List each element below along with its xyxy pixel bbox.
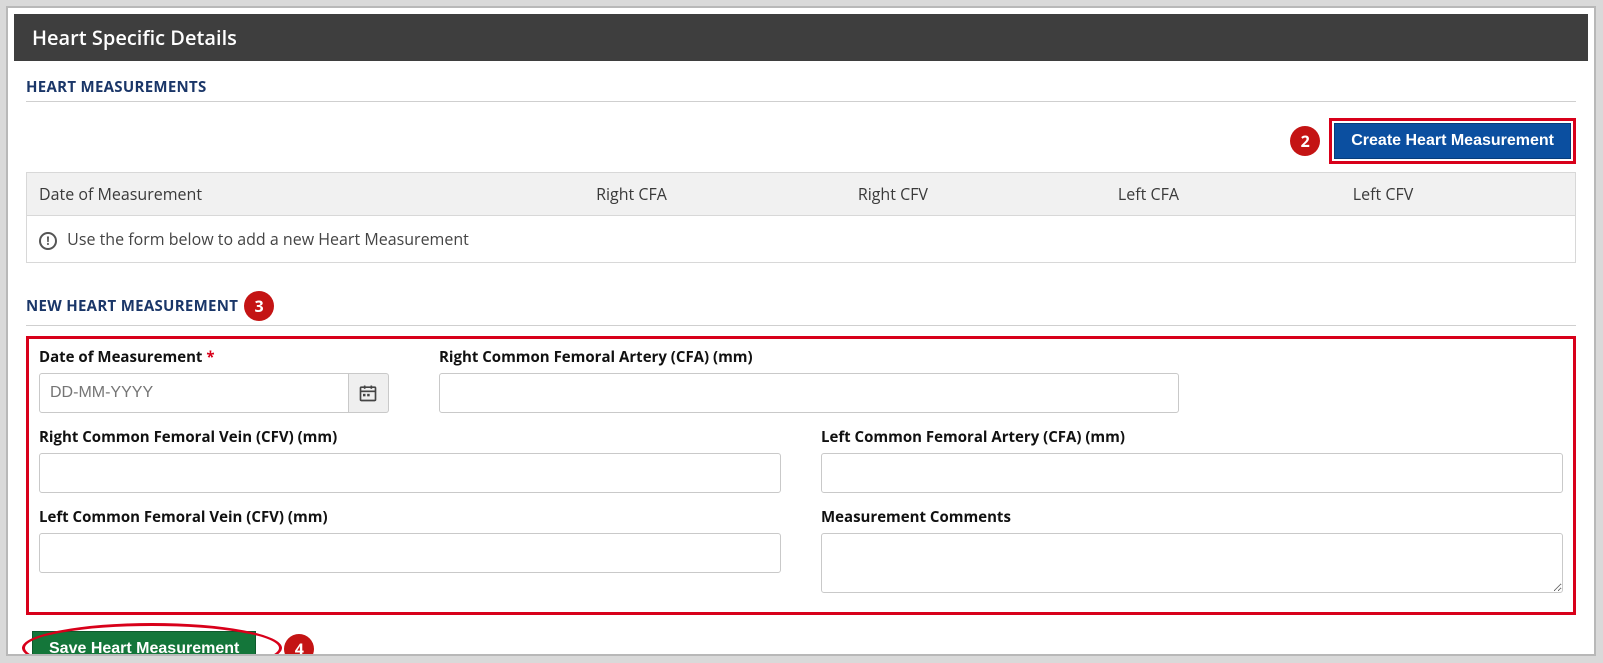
lcfa-input[interactable] xyxy=(821,453,1563,493)
heart-measurements-title: HEART MEASUREMENTS xyxy=(26,77,1576,97)
calendar-icon xyxy=(358,383,378,403)
calendar-button[interactable] xyxy=(349,373,389,413)
rcfa-input[interactable] xyxy=(439,373,1179,413)
rcfv-label: Right Common Femoral Vein (CFV) (mm) xyxy=(39,427,781,447)
col-rcfa: Right CFA xyxy=(584,173,846,216)
field-date: Date of Measurement * xyxy=(39,347,399,413)
annotation-step-4: 4 xyxy=(284,634,314,656)
table-header-row: Date of Measurement Right CFA Right CFV … xyxy=(27,173,1576,216)
panel-title: Heart Specific Details xyxy=(32,24,237,51)
comments-label: Measurement Comments xyxy=(821,507,1563,527)
col-lcfv: Left CFV xyxy=(1341,173,1576,216)
new-heart-measurement-title: NEW HEART MEASUREMENT 3 xyxy=(26,291,1576,321)
field-comments: Measurement Comments xyxy=(821,507,1563,598)
annotation-step-2: 2 xyxy=(1290,126,1320,156)
lcfv-label: Left Common Femoral Vein (CFV) (mm) xyxy=(39,507,781,527)
date-input[interactable] xyxy=(39,373,349,413)
date-label-text: Date of Measurement xyxy=(39,347,202,367)
new-heart-measurement-label: NEW HEART MEASUREMENT xyxy=(26,296,238,316)
field-rcfa: Right Common Femoral Artery (CFA) (mm) xyxy=(439,347,1179,413)
empty-hint-text: Use the form below to add a new Heart Me… xyxy=(67,228,469,250)
panel-header: Heart Specific Details xyxy=(14,14,1588,61)
col-date: Date of Measurement xyxy=(27,173,585,216)
field-lcfa: Left Common Femoral Artery (CFA) (mm) xyxy=(821,427,1563,493)
annotation-step-3: 3 xyxy=(244,291,274,321)
annotation-box-form: Date of Measurement * xyxy=(26,336,1576,615)
divider xyxy=(26,101,1576,102)
table-empty-row: ! Use the form below to add a new Heart … xyxy=(27,216,1576,263)
measurements-table: Date of Measurement Right CFA Right CFV … xyxy=(26,172,1576,263)
required-marker: * xyxy=(206,347,214,367)
info-icon: ! xyxy=(39,232,57,250)
rcfv-input[interactable] xyxy=(39,453,781,493)
page-container: Heart Specific Details HEART MEASUREMENT… xyxy=(6,6,1596,656)
field-lcfv: Left Common Femoral Vein (CFV) (mm) xyxy=(39,507,781,598)
lcfa-label: Left Common Femoral Artery (CFA) (mm) xyxy=(821,427,1563,447)
toolbar: 2 Create Heart Measurement xyxy=(26,112,1576,172)
save-heart-measurement-button[interactable]: Save Heart Measurement xyxy=(32,631,256,656)
save-row: Save Heart Measurement 4 xyxy=(26,631,1576,656)
field-rcfv: Right Common Femoral Vein (CFV) (mm) xyxy=(39,427,781,493)
col-rcfv: Right CFV xyxy=(846,173,1106,216)
annotation-box-create: 2 Create Heart Measurement xyxy=(1329,118,1576,164)
rcfa-label: Right Common Femoral Artery (CFA) (mm) xyxy=(439,347,1179,367)
panel-body: HEART MEASUREMENTS 2 Create Heart Measur… xyxy=(8,61,1594,656)
lcfv-input[interactable] xyxy=(39,533,781,573)
divider xyxy=(26,325,1576,326)
comments-textarea[interactable] xyxy=(821,533,1563,593)
date-label: Date of Measurement * xyxy=(39,347,399,367)
create-heart-measurement-button[interactable]: Create Heart Measurement xyxy=(1334,123,1571,159)
col-lcfa: Left CFA xyxy=(1106,173,1341,216)
